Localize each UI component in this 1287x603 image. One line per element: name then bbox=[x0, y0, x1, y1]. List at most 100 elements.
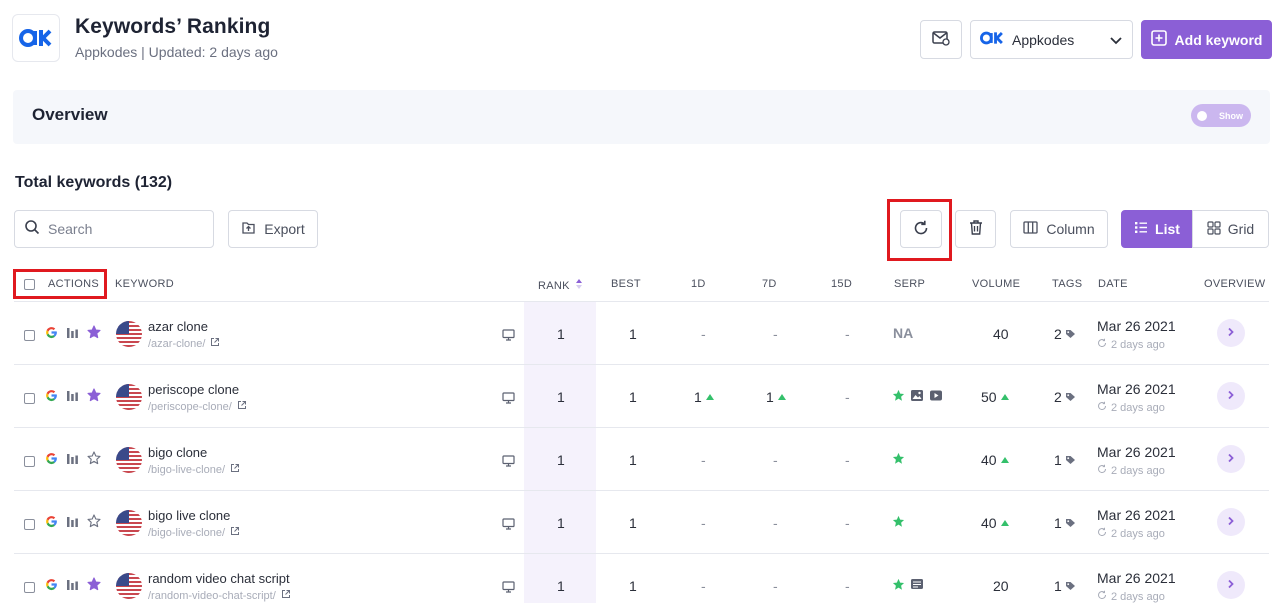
chart-icon[interactable] bbox=[66, 452, 79, 468]
table-row: periscope clone/periscope-clone/1 1 1 1 - 50 2… bbox=[14, 364, 1269, 427]
chart-icon[interactable] bbox=[66, 326, 79, 342]
keyword-url[interactable]: /bigo-live-clone/ bbox=[148, 526, 240, 539]
chevron-right-icon bbox=[1227, 576, 1235, 594]
table-row: random video chat script/random-video-ch… bbox=[14, 553, 1269, 603]
keyword-url[interactable]: /bigo-live-clone/ bbox=[148, 463, 240, 476]
external-link-icon bbox=[237, 400, 247, 413]
google-icon[interactable] bbox=[45, 389, 58, 405]
keyword-url-text: /periscope-clone/ bbox=[148, 400, 232, 413]
tags[interactable]: 2 bbox=[1054, 326, 1076, 342]
desktop-icon bbox=[502, 517, 515, 533]
volume-value: 20 bbox=[993, 578, 1009, 594]
row-checkbox[interactable] bbox=[24, 580, 35, 596]
video-icon bbox=[929, 389, 943, 402]
overview-title: Overview bbox=[32, 105, 108, 124]
list-view-button[interactable]: List bbox=[1121, 210, 1193, 248]
header-rank[interactable]: RANK bbox=[538, 278, 583, 293]
change-1d: 1 bbox=[694, 389, 714, 405]
trash-icon bbox=[968, 219, 984, 239]
project-select[interactable]: Appkodes bbox=[970, 20, 1133, 59]
date-value: Mar 26 2021 bbox=[1097, 570, 1176, 586]
change-1d: - bbox=[701, 452, 706, 468]
chart-icon[interactable] bbox=[66, 578, 79, 594]
row-checkbox[interactable] bbox=[24, 454, 35, 470]
change-7d: - bbox=[773, 326, 778, 342]
tags[interactable]: 1 bbox=[1054, 515, 1076, 531]
change-15d: - bbox=[845, 389, 850, 405]
keyword-name[interactable]: bigo live clone bbox=[148, 508, 230, 523]
chart-icon[interactable] bbox=[66, 389, 79, 405]
export-button[interactable]: Export bbox=[228, 210, 318, 248]
chevron-right-icon bbox=[1227, 513, 1235, 531]
favorite-star-icon[interactable] bbox=[87, 451, 101, 468]
keyword-url[interactable]: /periscope-clone/ bbox=[148, 400, 247, 413]
history-icon bbox=[1097, 590, 1107, 603]
date-value: Mar 26 2021 bbox=[1097, 507, 1176, 523]
date-ago-text: 2 days ago bbox=[1111, 590, 1165, 603]
volume: 20 bbox=[993, 578, 1009, 594]
rank-value: 1 bbox=[557, 389, 565, 405]
tags-count: 2 bbox=[1054, 389, 1062, 405]
search-input[interactable] bbox=[48, 221, 198, 237]
change-1d: - bbox=[701, 326, 706, 342]
google-icon[interactable] bbox=[45, 452, 58, 468]
overview-button[interactable] bbox=[1217, 508, 1245, 536]
table-row: bigo live clone/bigo-live-clone/1 1 - - - 40 1… bbox=[14, 490, 1269, 553]
serp-value: NA bbox=[893, 325, 914, 341]
row-checkbox[interactable] bbox=[24, 517, 35, 533]
change-7d-value: - bbox=[773, 515, 778, 531]
header-serp: SERP bbox=[894, 278, 926, 290]
overview-button[interactable] bbox=[1217, 445, 1245, 473]
google-icon[interactable] bbox=[45, 326, 58, 342]
grid-icon bbox=[1207, 220, 1221, 238]
keyword-name[interactable]: periscope clone bbox=[148, 382, 239, 397]
grid-view-button[interactable]: Grid bbox=[1192, 210, 1269, 248]
desktop-icon bbox=[502, 391, 515, 407]
featured-snippet-icon bbox=[892, 389, 905, 402]
desktop-icon bbox=[502, 454, 515, 470]
keyword-name[interactable]: bigo clone bbox=[148, 445, 207, 460]
google-icon[interactable] bbox=[45, 578, 58, 594]
favorite-star-icon[interactable] bbox=[87, 577, 101, 594]
row-checkbox[interactable] bbox=[24, 391, 35, 407]
chevron-right-icon bbox=[1227, 450, 1235, 468]
change-15d: - bbox=[845, 515, 850, 531]
column-button[interactable]: Column bbox=[1010, 210, 1108, 248]
toggle-knob bbox=[1197, 110, 1207, 121]
keyword-name[interactable]: random video chat script bbox=[148, 571, 290, 586]
search-box[interactable] bbox=[14, 210, 214, 248]
overview-button[interactable] bbox=[1217, 319, 1245, 347]
overview-button[interactable] bbox=[1217, 382, 1245, 410]
overview-button[interactable] bbox=[1217, 571, 1245, 599]
add-keyword-label: Add keyword bbox=[1174, 31, 1263, 48]
list-icon bbox=[1134, 221, 1148, 237]
change-7d-value: - bbox=[773, 452, 778, 468]
add-keyword-button[interactable]: Add keyword bbox=[1141, 20, 1272, 59]
change-15d: - bbox=[845, 326, 850, 342]
delete-button[interactable] bbox=[955, 210, 996, 248]
columns-icon bbox=[1023, 221, 1039, 237]
favorite-star-icon[interactable] bbox=[87, 325, 101, 342]
change-1d: - bbox=[701, 515, 706, 531]
chart-icon[interactable] bbox=[66, 515, 79, 531]
favorite-star-icon[interactable] bbox=[87, 388, 101, 405]
featured-snippet-icon bbox=[892, 515, 905, 528]
tag-icon bbox=[1065, 515, 1076, 531]
google-icon[interactable] bbox=[45, 515, 58, 531]
volume-value: 40 bbox=[981, 515, 997, 531]
change-7d-value: 1 bbox=[766, 389, 774, 405]
tags[interactable]: 1 bbox=[1054, 578, 1076, 594]
sort-icon bbox=[575, 278, 583, 293]
mail-settings-icon bbox=[932, 30, 950, 49]
tags-count: 2 bbox=[1054, 326, 1062, 342]
favorite-star-icon[interactable] bbox=[87, 514, 101, 531]
external-link-icon bbox=[230, 526, 240, 539]
overview-toggle[interactable]: Show bbox=[1191, 104, 1251, 127]
keyword-name[interactable]: azar clone bbox=[148, 319, 208, 334]
email-settings-button[interactable] bbox=[920, 20, 962, 59]
keyword-url[interactable]: /azar-clone/ bbox=[148, 337, 220, 350]
keyword-url[interactable]: /random-video-chat-script/ bbox=[148, 589, 291, 602]
tags[interactable]: 1 bbox=[1054, 452, 1076, 468]
tags[interactable]: 2 bbox=[1054, 389, 1076, 405]
row-checkbox[interactable] bbox=[24, 328, 35, 344]
